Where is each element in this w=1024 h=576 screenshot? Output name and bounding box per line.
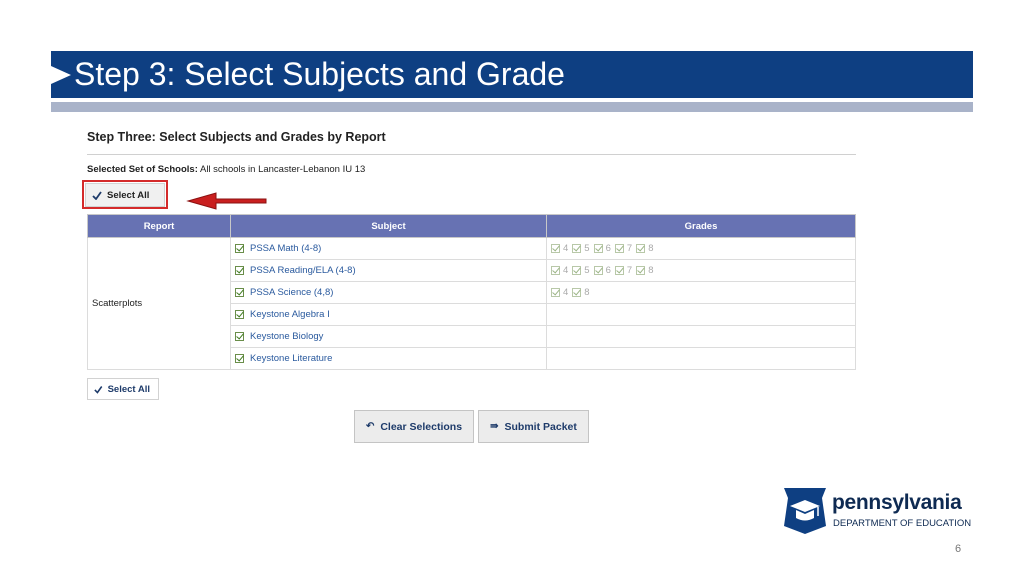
subject-checkbox-row[interactable]: PSSA Math (4-8) <box>235 243 542 254</box>
keystone-cap-icon <box>784 488 826 534</box>
subject-checkbox-row[interactable]: Keystone Literature <box>235 353 542 364</box>
grade-checkbox[interactable]: 8 <box>636 265 653 276</box>
subject-cell: Keystone Algebra I <box>230 303 547 326</box>
checkbox-icon[interactable] <box>235 244 244 253</box>
grade-checkbox[interactable]: 5 <box>572 243 590 254</box>
select-all-button-bottom[interactable]: Select All <box>87 378 159 400</box>
subject-label: Keystone Biology <box>250 331 324 342</box>
submit-label: Submit Packet <box>504 420 577 433</box>
checkmark-icon <box>94 385 103 394</box>
subject-cell: PSSA Reading/ELA (4-8) <box>230 259 547 282</box>
checkbox-icon[interactable] <box>593 266 603 275</box>
grade-checkbox[interactable]: 6 <box>593 265 611 276</box>
grade-label: 6 <box>605 243 611 254</box>
subject-cell: Keystone Biology <box>230 325 547 348</box>
subjects-table: Report Subject Grades Scatterplots PSSA … <box>87 214 856 370</box>
grade-label: 8 <box>584 287 590 298</box>
checkbox-icon[interactable] <box>636 244 646 253</box>
grade-checkbox[interactable]: 8 <box>636 243 653 254</box>
grade-label: 4 <box>563 265 569 276</box>
subject-checkbox-row[interactable]: Keystone Biology <box>235 331 542 342</box>
checkbox-icon[interactable] <box>551 244 560 253</box>
title-stripe <box>51 102 973 112</box>
checkbox-icon[interactable] <box>614 266 624 275</box>
checkbox-icon[interactable] <box>551 288 560 297</box>
grade-label: 6 <box>605 265 611 276</box>
grade-checkbox[interactable]: 4 <box>551 243 568 254</box>
grades-cell <box>546 325 856 348</box>
page-number: 6 <box>955 543 962 555</box>
checkbox-icon[interactable] <box>235 310 244 319</box>
grade-checkbox[interactable]: 7 <box>614 265 633 276</box>
grade-label: 5 <box>584 243 590 254</box>
grade-checkbox[interactable]: 4 <box>551 287 568 298</box>
grade-label: 4 <box>563 243 569 254</box>
checkbox-icon[interactable] <box>235 266 244 275</box>
grades-cell: 4 5 6 7 8 <box>546 259 856 282</box>
subject-label: PSSA Reading/ELA (4-8) <box>250 265 356 276</box>
subject-label: PSSA Math (4-8) <box>250 243 322 254</box>
grade-label: 7 <box>626 265 633 276</box>
select-all-label: Select All <box>107 383 150 395</box>
grade-label: 4 <box>563 287 569 298</box>
grade-checkbox[interactable]: 6 <box>593 243 611 254</box>
grades-cell: 4 5 6 7 8 <box>546 237 856 260</box>
red-arrow-icon <box>186 192 267 210</box>
checkbox-icon[interactable] <box>614 244 624 253</box>
grades-cell <box>546 303 856 326</box>
submit-icon: ⇛ <box>490 421 499 432</box>
grade-label: 7 <box>626 243 633 254</box>
clear-label: Clear Selections <box>380 420 463 433</box>
checkbox-icon[interactable] <box>551 266 560 275</box>
submit-packet-button[interactable]: ⇛ Submit Packet <box>478 410 589 443</box>
subject-checkbox-row[interactable]: PSSA Reading/ELA (4-8) <box>235 265 542 276</box>
divider <box>87 154 856 155</box>
subject-cell: PSSA Math (4-8) <box>230 237 547 260</box>
schools-value: All schools in Lancaster-Lebanon IU 13 <box>197 164 366 175</box>
col-header-report: Report <box>87 214 231 238</box>
title-triangle-icon <box>51 66 71 84</box>
col-header-subject: Subject <box>230 214 547 238</box>
checkbox-icon[interactable] <box>593 244 603 253</box>
logo-wordmark: pennsylvania <box>832 491 962 514</box>
clear-selections-button[interactable]: ↶ Clear Selections <box>354 410 474 443</box>
grade-label: 5 <box>584 265 590 276</box>
table-row: Scatterplots PSSA Math (4-8) 4 5 6 7 8 <box>87 237 856 370</box>
grade-checkbox[interactable]: 8 <box>572 287 590 298</box>
grade-label: 8 <box>648 265 654 276</box>
checkbox-icon[interactable] <box>572 288 582 297</box>
subject-label: Keystone Algebra I <box>250 309 330 320</box>
subject-label: PSSA Science (4,8) <box>250 287 334 298</box>
slide-title-bar: Step 3: Select Subjects and Grade <box>51 51 973 98</box>
grade-checkbox[interactable]: 7 <box>614 243 633 254</box>
grades-cell: 4 8 <box>546 281 856 304</box>
checkbox-icon[interactable] <box>235 332 244 341</box>
checkbox-icon[interactable] <box>235 288 244 297</box>
selected-schools: Selected Set of Schools: All schools in … <box>87 164 365 175</box>
col-header-grades: Grades <box>546 214 856 238</box>
subject-checkbox-row[interactable]: Keystone Algebra I <box>235 309 542 320</box>
grades-cell <box>546 347 856 370</box>
logo-department: DEPARTMENT OF EDUCATION <box>833 518 972 529</box>
highlight-box <box>82 180 168 209</box>
checkbox-icon[interactable] <box>572 244 582 253</box>
undo-icon: ↶ <box>365 421 375 432</box>
schools-label: Selected Set of Schools: <box>87 164 198 175</box>
table-header-row: Report Subject Grades <box>87 214 856 238</box>
subject-cell: Keystone Literature <box>230 347 547 370</box>
pa-education-logo: pennsylvania DEPARTMENT OF EDUCATION <box>780 486 980 536</box>
report-name: Scatterplots <box>87 237 231 370</box>
grade-checkbox[interactable]: 4 <box>551 265 568 276</box>
slide-title: Step 3: Select Subjects and Grade <box>74 56 565 92</box>
subject-label: Keystone Literature <box>250 353 333 364</box>
grade-checkbox[interactable]: 5 <box>572 265 590 276</box>
step-heading: Step Three: Select Subjects and Grades b… <box>87 130 386 144</box>
grade-label: 8 <box>648 243 654 254</box>
subject-cell: PSSA Science (4,8) <box>230 281 547 304</box>
checkbox-icon[interactable] <box>636 266 646 275</box>
checkbox-icon[interactable] <box>235 354 244 363</box>
checkbox-icon[interactable] <box>572 266 582 275</box>
subject-checkbox-row[interactable]: PSSA Science (4,8) <box>235 287 542 298</box>
